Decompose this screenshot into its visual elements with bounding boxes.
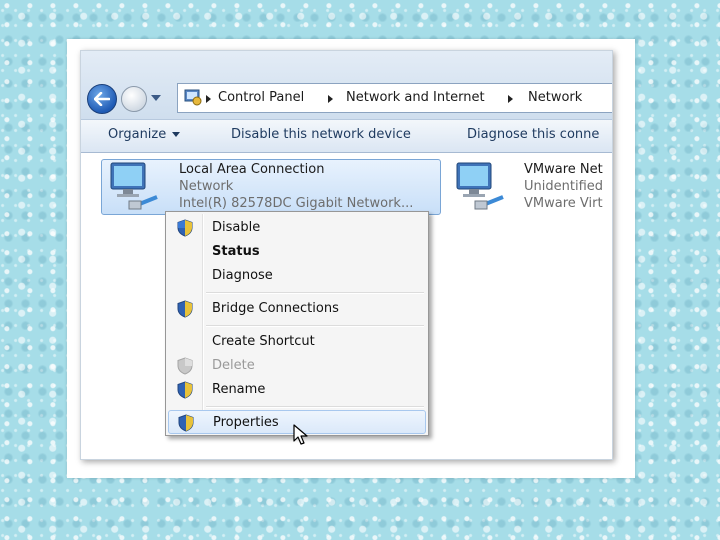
breadcrumb-arrow-icon[interactable] [508, 95, 513, 103]
connection-status: Network [179, 179, 234, 194]
menu-item-status[interactable]: Status [168, 240, 426, 264]
uac-shield-icon [177, 381, 193, 399]
breadcrumb-arrow-icon[interactable] [328, 95, 333, 103]
breadcrumb-network[interactable]: Network [528, 90, 582, 105]
disable-device-button[interactable]: Disable this network device [231, 127, 411, 142]
breadcrumb-arrow-icon[interactable] [206, 95, 211, 103]
uac-shield-icon [177, 357, 193, 375]
forward-button[interactable] [121, 86, 147, 112]
uac-shield-icon [177, 300, 193, 318]
uac-shield-icon [178, 414, 194, 432]
menu-separator [206, 292, 424, 294]
chevron-down-icon [172, 132, 181, 137]
menu-item-label: Rename [212, 382, 266, 397]
recent-pages-dropdown-icon[interactable] [151, 95, 161, 101]
menu-item-label: Diagnose [212, 268, 273, 283]
navigation-bar: Control Panel Network and Internet Netwo… [81, 51, 612, 119]
connection-status: Unidentified [524, 179, 604, 194]
menu-item-label: Properties [213, 415, 279, 430]
menu-separator [206, 325, 424, 327]
connection-name: Local Area Connection [179, 162, 325, 177]
organize-button[interactable]: Organize [108, 127, 181, 142]
mouse-cursor-icon [293, 424, 308, 445]
back-button[interactable] [87, 84, 117, 114]
control-panel-icon [184, 89, 202, 106]
menu-item-diagnose[interactable]: Diagnose [168, 264, 426, 288]
menu-item-delete: Delete [168, 354, 426, 378]
menu-item-label: Status [212, 244, 260, 259]
menu-item-label: Bridge Connections [212, 301, 339, 316]
explorer-window: Control Panel Network and Internet Netwo… [80, 50, 613, 460]
diagnose-connection-button[interactable]: Diagnose this conne [467, 127, 599, 142]
back-arrow-icon [94, 92, 110, 106]
menu-separator [206, 406, 424, 408]
context-menu: Disable Status Diagnose Bridge Connectio… [165, 211, 429, 436]
menu-item-disable[interactable]: Disable [168, 216, 426, 240]
menu-item-label: Delete [212, 358, 255, 373]
connection-device: Intel(R) 82578DC Gigabit Network... [179, 196, 414, 211]
uac-shield-icon [177, 219, 193, 237]
breadcrumb-control-panel[interactable]: Control Panel [218, 90, 304, 105]
connection-device: VMware Virt [524, 196, 603, 211]
menu-item-rename[interactable]: Rename [168, 378, 426, 402]
network-adapter-icon [110, 162, 158, 210]
menu-item-label: Create Shortcut [212, 334, 315, 349]
menu-item-create-shortcut[interactable]: Create Shortcut [168, 330, 426, 354]
network-adapter-icon [456, 162, 504, 210]
address-bar[interactable]: Control Panel Network and Internet Netwo… [177, 83, 612, 113]
menu-item-bridge-connections[interactable]: Bridge Connections [168, 297, 426, 321]
menu-item-label: Disable [212, 220, 261, 235]
organize-label: Organize [108, 127, 167, 142]
command-bar: Organize Disable this network device Dia… [81, 119, 612, 153]
breadcrumb-network-and-internet[interactable]: Network and Internet [346, 90, 485, 105]
connection-name: VMware Net [524, 162, 603, 177]
